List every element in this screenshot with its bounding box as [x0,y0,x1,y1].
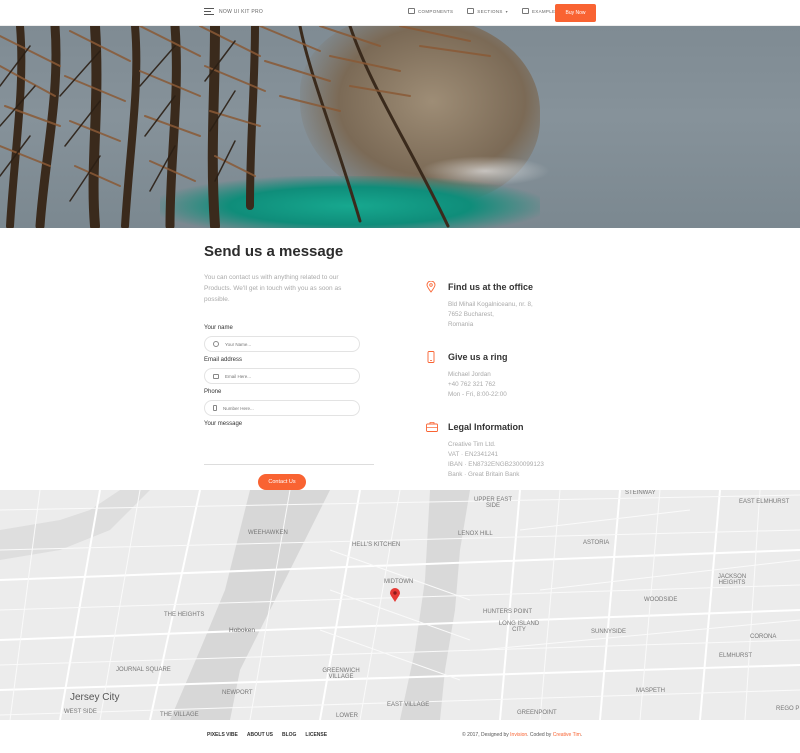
examples-icon [521,8,529,14]
contact-us-button[interactable]: Contact Us [258,474,306,490]
office-address: Bld Mihail Kogalniceanu, nr. 8, 7652 Buc… [448,300,533,330]
message-label: Your message [204,421,243,427]
copyright-prefix: © 2017, Designed by [462,732,509,738]
map-marker-icon[interactable] [390,588,400,602]
phone-input[interactable] [223,405,343,411]
message-textarea[interactable] [204,464,374,465]
legal-line: Bank · Great Britain Bank [448,471,520,478]
name-label: Your name [204,325,233,331]
hero-image [0,26,800,228]
nav-links: Components Sections ▾ Examples ▾ [408,8,564,14]
office-line: 7652 Bucharest, [448,311,494,318]
map-label: Greenwich Village [322,668,360,680]
map-label: The Heights [164,612,205,618]
map-label: The Village [160,712,199,718]
copyright-mid: . Coded by [527,732,552,738]
chevron-down-icon: ▾ [505,8,508,14]
legal-title: Legal Information [448,422,524,432]
email-label: Email address [204,357,243,363]
map-label: Lenox Hill [458,531,493,537]
map-label: East Village [387,702,430,708]
map-label: Journal Square [116,667,171,673]
map-label: East Elmhurst [739,499,790,505]
navbar: Now UI Kit Pro Components Sections ▾ Exa… [0,0,800,26]
user-icon [213,341,219,347]
mobile-icon [427,351,435,363]
copyright-suffix: . [580,732,583,738]
ring-details: Michael Jordan +40 762 321 762 Mon - Fri… [448,370,507,400]
office-line: Romania [448,321,474,328]
email-field[interactable] [204,368,360,384]
map-label: Greenpoint [517,710,557,716]
menu-icon[interactable] [204,8,214,15]
buy-now-button[interactable]: Buy Now [555,4,596,22]
brand-name[interactable]: Now UI Kit Pro [219,9,263,15]
layers-icon [408,8,415,14]
map-label: Steinway [625,490,656,496]
palm-leaves [0,26,491,228]
map-label: Long Island City [498,621,540,633]
map-label: Maspeth [636,688,666,694]
ring-line: Michael Jordan [448,371,491,378]
map-label: Rego P [776,706,800,712]
ring-line: +40 762 321 762 [448,381,496,388]
name-field[interactable] [204,336,360,352]
legal-details: Creative Tim Ltd. VAT · EN2341241 IBAN ·… [448,440,544,480]
office-title: Find us at the office [448,282,534,292]
footer-links: Pixels Vibe About Us Blog License [207,732,327,738]
footer-link-about-us[interactable]: About Us [247,732,273,738]
map[interactable]: Weehawken Hell's Kitchen Upper East Side… [0,490,800,720]
nav-components[interactable]: Components [408,8,453,14]
email-icon [213,373,219,379]
footer-link-license[interactable]: License [305,732,327,738]
map-label: Newport [222,690,253,696]
map-label: Astoria [583,540,610,546]
pin-icon [426,281,436,293]
map-label: Woodside [644,597,678,603]
map-label: Hunters Point [483,609,533,615]
nav-components-label: Components [418,8,454,14]
page-title: Send us a message [204,243,344,260]
footer-link-blog[interactable]: Blog [282,732,296,738]
brand[interactable]: Now UI Kit Pro [204,8,263,15]
nav-sections[interactable]: Sections ▾ [467,8,508,14]
ring-line: Mon - Fri, 8:00-22:00 [448,391,507,398]
map-label: Hell's Kitchen [352,542,401,548]
designer-link[interactable]: Invision [510,732,527,738]
phone-label: Phone [204,389,222,395]
map-label: Weehawken [248,530,288,536]
legal-line: IBAN · EN8732ENGB2300099123 [448,461,544,468]
coder-link[interactable]: Creative Tim [553,732,581,738]
office-line: Bld Mihail Kogalniceanu, nr. 8, [448,301,533,308]
email-input[interactable] [225,373,345,379]
map-label: Hoboken [229,627,256,634]
name-input[interactable] [225,341,345,347]
footer: Pixels Vibe About Us Blog License © 2017… [0,720,800,753]
phone-icon [213,405,217,411]
phone-field[interactable] [204,400,360,416]
map-label: Sunnyside [591,629,627,635]
map-streets [0,490,800,720]
map-label: Jackson Heights [717,574,747,586]
footer-link-pixels-vibe[interactable]: Pixels Vibe [207,732,238,738]
ring-title: Give us a ring [448,352,508,362]
map-label: West Side [64,709,97,715]
map-label: Upper East Side [473,497,512,509]
map-label: Corona [750,634,777,640]
nav-sections-label: Sections [477,8,503,14]
contact-description: You can contact us with anything related… [204,274,342,303]
briefcase-icon [426,422,438,432]
map-label: Elmhurst [719,653,753,659]
legal-line: Creative Tim Ltd. [448,441,496,448]
sections-icon [467,8,475,14]
map-label: Midtown [384,579,414,585]
map-label: Jersey City [70,692,120,703]
copyright: © 2017, Designed by Invision. Coded by C… [462,732,582,738]
map-label: Lower [336,713,359,719]
legal-line: VAT · EN2341241 [448,451,499,458]
